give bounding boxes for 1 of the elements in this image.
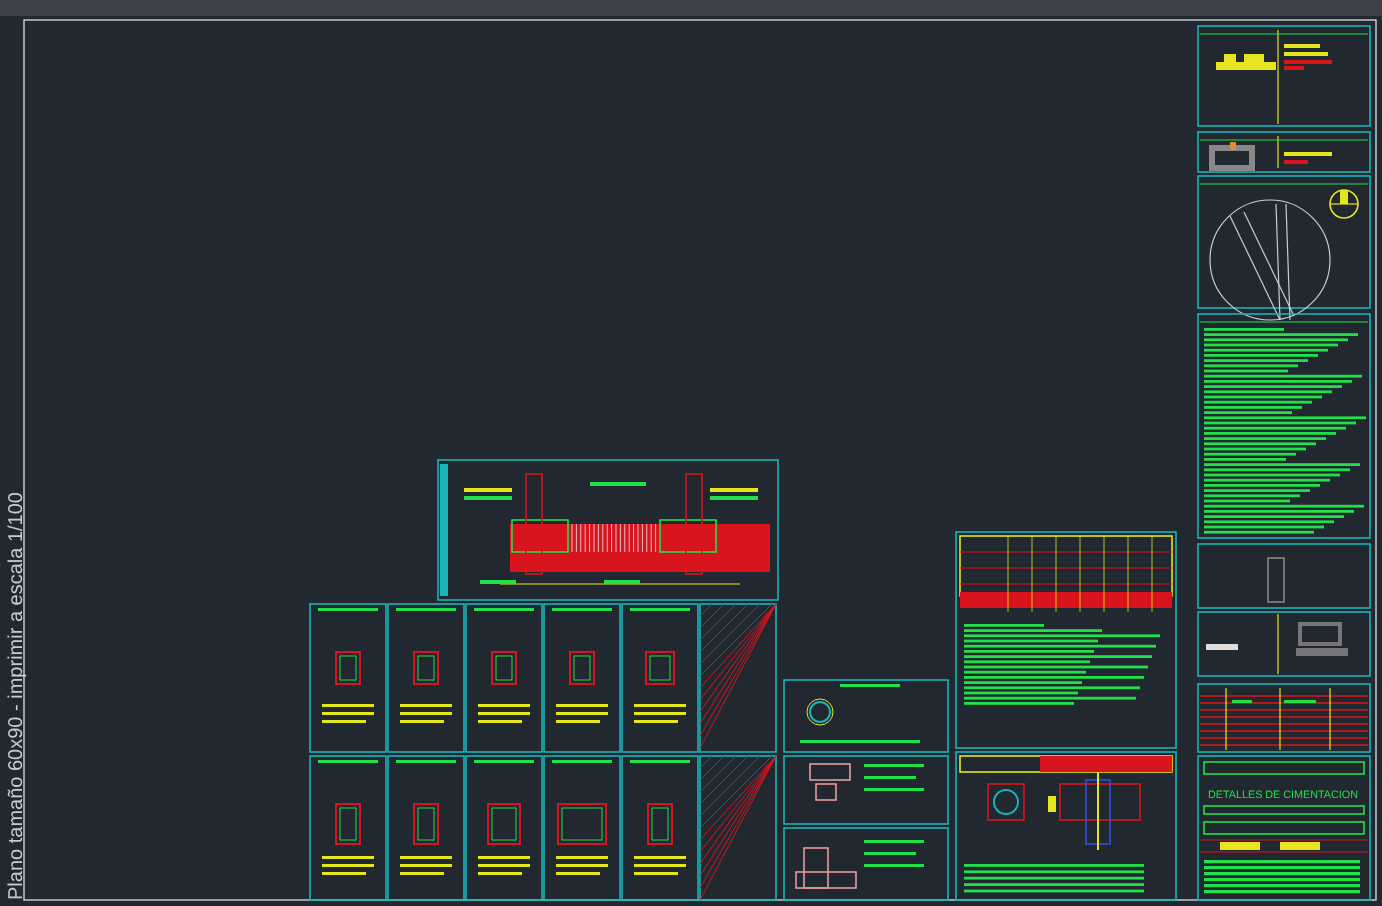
sheet-caption: Plano tamaño 60x90 - imprimir a escala 1/100: [4, 492, 30, 900]
